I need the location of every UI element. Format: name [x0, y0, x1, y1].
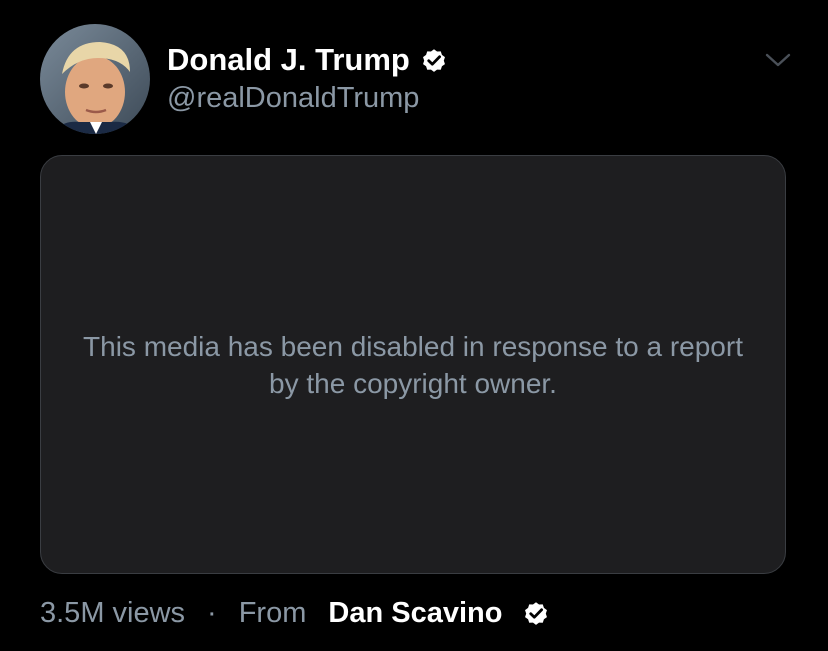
verified-badge-icon [522, 599, 550, 627]
view-count: 3.5M views [40, 596, 186, 629]
author-avatar[interactable] [40, 24, 150, 134]
tweet-footer: 3.5M views · From Dan Scavino [40, 593, 550, 633]
author-name-row[interactable]: Donald J. Trump [167, 40, 448, 80]
verified-badge-icon [420, 46, 448, 74]
source-account-name[interactable]: Dan Scavino [328, 597, 502, 630]
author-display-name[interactable]: Donald J. Trump [167, 42, 410, 78]
chevron-down-icon[interactable] [764, 48, 792, 72]
footer-separator: · [207, 596, 217, 629]
from-label: From [238, 596, 307, 629]
author-handle[interactable]: @realDonaldTrump [167, 82, 419, 115]
media-disabled-message: This media has been disabled in response… [83, 330, 743, 399]
disabled-media-card: This media has been disabled in response… [40, 155, 786, 574]
